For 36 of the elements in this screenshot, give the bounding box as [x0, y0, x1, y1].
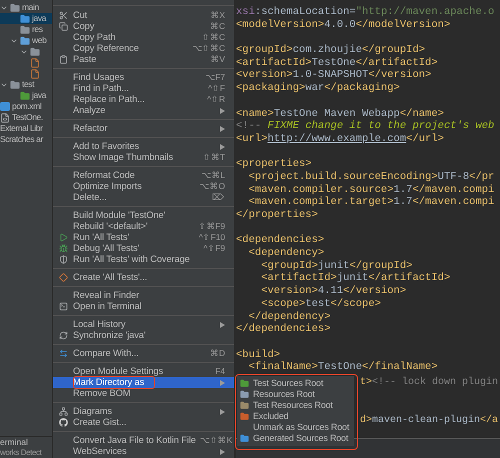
status-text: works Detect	[0, 448, 42, 458]
code-line: <url>http://www.example.com</url>	[236, 132, 444, 146]
code-line: <maven.compiler.source>1.7</maven.compi	[248, 184, 494, 196]
tree-label: Scratches ar	[0, 134, 43, 145]
code-line: <version>4.11</version>	[260, 285, 406, 298]
tree-label: pom.xml	[12, 101, 42, 112]
code-line: <packaging>war</packaging>	[236, 82, 400, 95]
code-line: <modelVersion>4.0.0</modelVersion>	[236, 18, 450, 32]
code-line: d>maven-clean-plugin</a	[360, 415, 498, 428]
tree-label: main	[22, 2, 39, 13]
code-line: </dependency>	[248, 310, 331, 323]
code-line: <name>TestOne Maven Webapp</name>	[236, 108, 444, 120]
code-line: <finalName>TestOne</finalName>	[248, 361, 438, 374]
code-line: <dependencies>	[236, 234, 324, 247]
tree-label: java	[32, 13, 46, 24]
tree-label: web	[32, 35, 46, 46]
code-line: <scope>test</scope>	[260, 298, 381, 310]
code-line: <dependency>	[248, 247, 324, 260]
code-line: <artifactId>junit</artifactId>	[260, 272, 450, 285]
code-line: <build>	[236, 348, 280, 361]
code-line: </properties>	[236, 209, 318, 222]
tree-label: java	[32, 90, 46, 101]
tree-label: TestOne.	[12, 112, 43, 123]
code-line: <groupId>junit</groupId>	[260, 260, 412, 272]
code-line: <artifactId>TestOne</artifactId>	[236, 56, 438, 69]
tree-label: res	[32, 24, 43, 35]
code-line: <maven.compiler.target>1.7</maven.compi	[248, 196, 494, 209]
code-line: <project.build.sourceEncoding>UTF-8</pr	[248, 170, 494, 184]
code-line: <!-- FIXME change it to the project's web	[236, 120, 494, 133]
code-line: <version>1.0-SNAPSHOT</version>	[236, 69, 432, 82]
code-line: <properties>	[236, 158, 312, 171]
code-line: xsi:schemaLocation="http://maven.apache.o	[236, 6, 494, 19]
code-line: t><!-- lock down plugin	[360, 376, 498, 390]
code-line: <groupId>com.zhoujie</groupId>	[236, 44, 426, 57]
code-line: </dependencies>	[236, 323, 331, 336]
tree-label: test	[22, 79, 34, 90]
